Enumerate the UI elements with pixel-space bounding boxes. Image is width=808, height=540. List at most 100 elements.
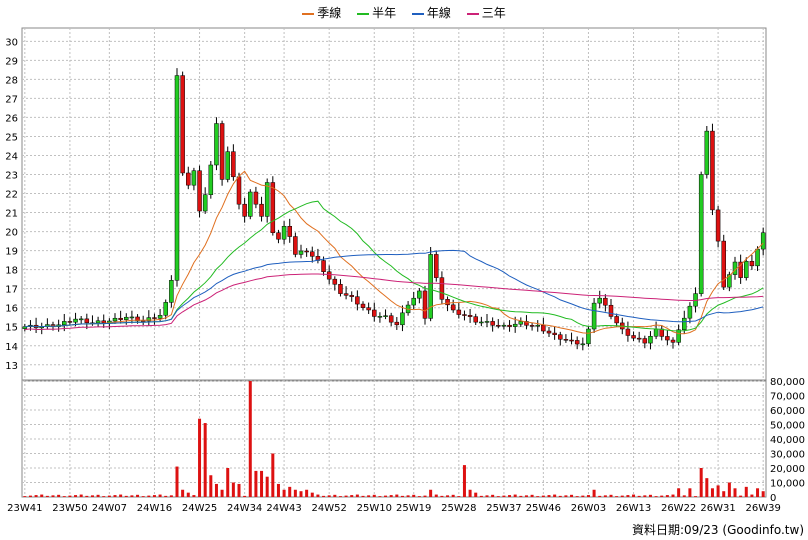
candle-body [411,297,416,306]
volume-tick-label: 80,000 [770,377,805,388]
moving-average-line [24,170,764,335]
candle-body [349,295,354,297]
candle-body [687,305,693,319]
volume-bar [299,491,303,497]
volume-tick-label: 20,000 [770,464,805,475]
time-tick-label: 24W43 [266,503,301,514]
volume-bar [682,495,686,497]
volume-bar [355,494,359,497]
candle-body [236,176,242,205]
volume-bar [524,495,528,497]
volume-bar [316,494,320,497]
stock-chart: 131415161718192021222324252627282930010,… [5,27,805,514]
candle-body [507,324,512,327]
price-tick-label: 15 [5,323,18,334]
volume-bar [462,465,466,497]
volume-bar [665,495,669,497]
volume-bar [243,495,247,497]
candle-body [744,261,749,278]
price-tick-label: 28 [5,75,18,86]
candle-body [462,314,467,316]
candle-body [698,174,704,294]
volume-bar [68,495,72,497]
volume-bar [451,494,455,497]
volume-bar [440,495,444,497]
candle-body [512,323,518,327]
volume-bar [536,496,540,497]
candle-body [529,325,535,327]
volume-bar [327,495,331,497]
volume-bar [530,494,534,497]
data-date-footer: 資料日期:09/23 (Goodinfo.tw) [632,521,804,538]
volume-bar [288,486,292,497]
volume-tick-label: 10,000 [770,479,805,490]
candle-body [648,335,653,344]
volume-bar [417,496,421,497]
volume-bar [102,496,106,497]
candle-body [749,261,755,267]
moving-average-line [24,200,764,332]
price-tick-label: 16 [5,304,18,315]
candle-body [496,325,501,327]
volume-bar [632,494,636,497]
time-tick-label: 24W34 [227,503,262,514]
volume-bar [79,494,83,497]
candle-body [535,324,540,327]
volume-bar [265,476,269,497]
volume-bar [338,496,342,497]
volume-bar [367,495,371,497]
volume-bar [592,489,596,497]
candle-body [366,307,371,311]
volume-bar [62,496,66,497]
volume-bar [378,496,382,497]
time-tick-label: 25W46 [526,503,561,514]
volume-bar [598,495,602,497]
volume-bar [209,475,213,497]
price-tick-label: 29 [5,56,18,67]
volume-bar [310,492,314,497]
candle-body [202,194,208,212]
price-tick-label: 18 [5,266,18,277]
volume-bar [23,496,27,497]
candle-body [372,309,377,317]
candle-body [518,321,524,325]
candle-body [129,316,135,319]
time-tick-label: 26W03 [571,503,606,514]
volume-bar [181,489,185,497]
candle-body [580,343,586,346]
volume-bar [727,482,731,497]
volume-bar [214,483,218,497]
candle-body [642,338,648,344]
volume-bar [276,483,280,497]
volume-bar [581,495,585,497]
candle-body [552,332,557,335]
time-tick-label: 25W10 [357,503,392,514]
volume-bar [429,489,433,497]
volume-bar [74,495,78,497]
volume-bar [502,495,506,497]
price-tick-label: 26 [5,113,18,124]
volume-bar [389,495,393,497]
candle-body [586,328,591,345]
volume-bar [756,488,760,497]
volume-bar [198,418,202,497]
time-tick-label: 25W37 [486,503,521,514]
volume-bar [28,495,32,497]
candle-body [152,317,157,319]
volume-bar [750,494,754,497]
candle-body [73,318,78,323]
candle-body [603,297,608,306]
time-tick-label: 25W28 [441,503,476,514]
volume-bar [237,483,241,497]
candle-body [394,321,400,326]
time-tick-label: 24W52 [312,503,347,514]
volume-bar [141,496,145,497]
volume-bar [40,494,44,497]
candle-body [157,315,163,319]
candle-body [541,324,546,332]
data-source: (Goodinfo.tw) [722,523,804,537]
candle-body [631,335,636,339]
volume-bar [423,495,427,497]
volume-bar [85,495,89,497]
candle-body [270,182,276,233]
